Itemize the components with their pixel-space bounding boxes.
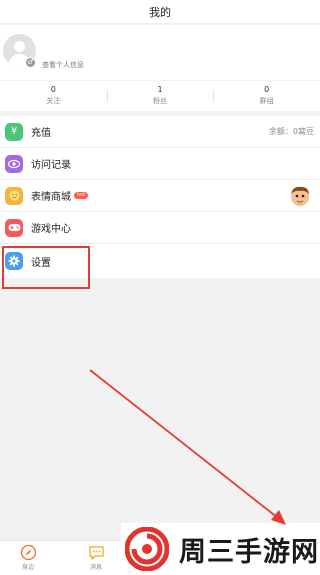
stat-followers[interactable]: 1 粉丝 [106,81,214,111]
chat-icon [88,546,104,560]
annotation-highlight-box [2,246,90,289]
menu-label: 充值 [31,128,51,139]
eye-icon [5,154,23,173]
watermark-text: 周三手游网 [179,536,319,568]
yen-icon: ¥ [5,122,23,141]
profile-section[interactable]: ♂ 查看个人信息 [0,25,320,80]
stat-value: 0 [264,85,270,94]
menu-item-visit-history[interactable]: 访问记录 [0,148,320,180]
stats-bar: 0 关注 1 粉丝 0 群组 [0,81,320,111]
tab-messages[interactable]: 消息 [76,544,116,571]
hot-badge: hot [74,192,89,199]
sticker-preview-icon [291,186,309,206]
top-bar: 我的 [0,0,320,24]
menu-item-recharge[interactable]: ¥ 充值 余额：0窝豆 [0,116,320,148]
avatar-head-shape [14,41,25,52]
stat-label: 关注 [46,97,61,105]
stat-label: 粉丝 [153,97,167,105]
stat-groups[interactable]: 0 群组 [213,81,320,111]
menu-label: 访问记录 [31,160,71,171]
balance-text: 余额：0窝豆 [268,127,314,136]
stat-following[interactable]: 0 关注 [0,81,107,111]
tab-label: 身边 [21,564,34,571]
smiley-icon [5,186,23,205]
watermark-logo-icon [125,527,169,571]
compass-icon [20,544,36,561]
menu-item-game-center[interactable]: 游戏中心 [0,212,320,244]
menu-label: 表情商城 [31,192,71,203]
menu-label: 游戏中心 [31,224,71,235]
menu-item-sticker-store[interactable]: 表情商城 hot [0,180,320,212]
stat-label: 群组 [259,97,274,105]
page-title: 我的 [149,5,171,19]
stat-value: 0 [50,85,56,94]
view-profile-link[interactable]: 查看个人信息 [42,60,84,70]
tab-nearby[interactable]: 身边 [8,544,48,571]
watermark: 周三手游网 [121,523,320,575]
gamepad-icon [5,218,23,237]
gender-icon: ♂ [25,57,36,68]
tab-label: 消息 [89,564,102,571]
stat-value: 1 [157,85,163,94]
